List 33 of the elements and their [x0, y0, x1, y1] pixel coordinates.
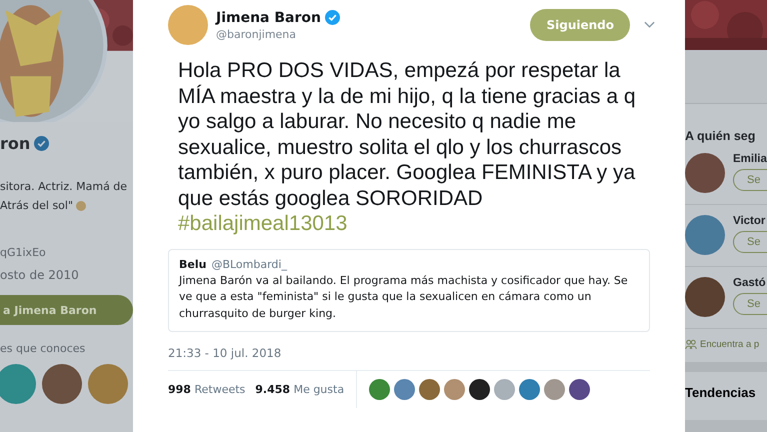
follow-button[interactable]: Se [733, 293, 767, 315]
bio-text: sitora. Actriz. Mamá de [0, 179, 128, 195]
people-icon [685, 339, 697, 350]
profile-name: ron [0, 134, 30, 153]
account-name[interactable]: Emilia [733, 153, 767, 165]
followers-heading: es que conoces [0, 342, 86, 355]
quote-author: Belu [179, 258, 206, 270]
like-count[interactable]: 9.458 Me gusta [255, 383, 344, 396]
account-name[interactable]: Victor [733, 215, 767, 227]
profile-link[interactable]: qG1ixEo [0, 246, 133, 259]
avatar[interactable] [569, 379, 590, 400]
following-button[interactable]: Siguiendo [530, 9, 630, 41]
find-people-link[interactable]: Encuentra a p [700, 339, 760, 350]
author-handle[interactable]: @baronjimena [216, 28, 340, 40]
retweet-count[interactable]: 998 Retweets [168, 383, 246, 396]
emoji-icon [76, 200, 86, 210]
bio-text: Atrás del sol" [0, 198, 74, 214]
who-to-follow-heading: A quién seg [685, 129, 756, 143]
author-name[interactable]: Jimena Baron [216, 10, 321, 26]
follow-button[interactable]: Se [733, 169, 767, 191]
chevron-down-icon[interactable] [644, 21, 655, 29]
tweet-to-button[interactable]: a Jimena Baron [0, 295, 133, 325]
hashtag-link[interactable]: #bailajimeal13013 [178, 212, 348, 235]
quote-handle: @BLombardi_ [211, 258, 287, 270]
follow-button[interactable]: Se [733, 231, 767, 253]
join-date: osto de 2010 [0, 268, 80, 282]
quoted-tweet[interactable]: Belu @BLombardi_ Jimena Barón va al bailando. El programa más machista y cosificador que hay. Se ve que a esta "feminista" si le gusta que la sexualicen en cámara como un churrasquito de burger king. [168, 248, 650, 332]
trends-heading: Tendencias [685, 372, 767, 420]
account-name[interactable]: Gastó [733, 277, 767, 289]
tweet-text: Hola PRO DOS VIDAS, empezá por respetar la MÍA maestra y la de mi hijo, q la tiene gracias a q yo salgo a laburar. No necesito q nadie me sexualice, muestro solita el qlo y los churrascos también, x puro placer. Googlea FEMINISTA y ya que estás googlea SORORIDAD #bailajimeal13013 [178, 58, 637, 236]
quote-text: Jimena Barón va al bailando. El programa más machista y cosificador que hay. Se ve que a esta "feminista" si le gusta que la sexualicen en cámara como un churrasquito de burger king. [179, 272, 629, 322]
timestamp[interactable]: 21:33 - 10 jul. 2018 [168, 346, 650, 371]
avatar[interactable] [469, 379, 490, 400]
